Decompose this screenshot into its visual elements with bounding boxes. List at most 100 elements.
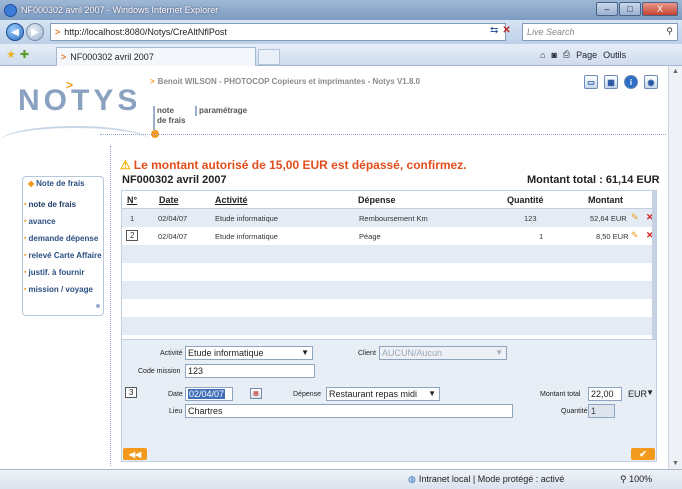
zoom-level[interactable]: ⚲ 100% <box>620 474 652 485</box>
tab-site-icon: > <box>61 52 67 62</box>
tab-bar: ★ ✚ > NF000302 avril 2007 ⌂ ◙ ⎙ Page Out… <box>0 44 682 66</box>
window-titlebar: NF000302 avril 2007 - Windows Internet E… <box>0 0 682 20</box>
scroll-up-icon[interactable]: ▲ <box>672 68 679 75</box>
total-amount: Montant total : 61,14 EUR <box>527 174 660 186</box>
col-depense: Dépense <box>358 195 396 205</box>
url-field[interactable]: > http://localhost:8080/Notys/CreAltNflP… <box>50 23 506 41</box>
url-tools: ⇆ ✕ <box>490 25 511 36</box>
lieu-input[interactable]: Chartres <box>185 404 513 418</box>
breadcrumb-text: Benoit WILSON - PHOTOCOP Copieurs et imp… <box>157 77 421 86</box>
info-icon[interactable]: i <box>624 75 638 89</box>
lieu-value: Chartres <box>188 406 223 416</box>
new-tab-button[interactable] <box>258 49 280 65</box>
page-scrollbar[interactable]: ▲ ▼ <box>668 66 682 469</box>
sidebar-menu: ▪ note de frais ▪ avance ▪ demande dépense … <box>24 196 102 298</box>
scroll-down-icon[interactable]: ▼ <box>672 460 679 467</box>
maximize-button[interactable]: □ <box>619 2 641 16</box>
quantite-input: 1 <box>588 404 615 418</box>
close-button[interactable]: X <box>642 2 678 16</box>
sidebar-item-label: demande dépense <box>28 234 99 243</box>
row-activite: Etude informatique <box>215 214 278 223</box>
col-montant: Montant <box>588 195 623 205</box>
col-num[interactable]: N° <box>127 195 137 205</box>
sidebar-item-demande-depense[interactable]: ▪ demande dépense <box>24 230 102 247</box>
app-logo: NOTYS <box>18 84 142 117</box>
col-date[interactable]: Date <box>159 195 179 205</box>
table-row[interactable]: 1 02/04/07 Etude informatique Remboursem… <box>122 209 656 227</box>
expense-form: Activité Etude informatique ▼ Client AUC… <box>121 340 657 462</box>
edit-icon[interactable]: ✎ <box>631 230 639 241</box>
bullet-icon: ▪ <box>24 218 27 225</box>
quantite-label: Quantité <box>561 408 588 415</box>
row-montant: 52,64 EUR <box>590 214 627 223</box>
client-value: AUCUN/Aucun <box>382 348 443 358</box>
calendar-icon[interactable]: ▦ <box>250 388 262 399</box>
search-placeholder: Live Search <box>527 27 575 37</box>
print-icon[interactable]: ⎙ <box>563 49 570 60</box>
forward-button[interactable]: ▶ <box>26 23 44 41</box>
bullet-icon: ▪ <box>24 201 27 208</box>
calculator-icon[interactable]: ▦ <box>604 75 618 89</box>
search-input[interactable]: Live Search ⚲ <box>522 23 678 41</box>
sidebar-item-justif[interactable]: ▪ justif. à fournir <box>24 264 102 281</box>
browser-tab[interactable]: > NF000302 avril 2007 <box>56 47 256 66</box>
globe-icon: ◍ <box>408 474 416 484</box>
expense-table: N° Date Activité Dépense Quantité Montan… <box>121 190 657 340</box>
activite-label: Activité <box>160 350 183 357</box>
search-icon[interactable]: ⚲ <box>666 26 673 37</box>
lieu-label: Lieu <box>169 408 183 415</box>
previous-button[interactable]: ◀◀ <box>123 448 147 460</box>
col-activite[interactable]: Activité <box>215 195 248 205</box>
tools-menu[interactable]: Outils <box>603 50 626 60</box>
favorites-star-icon[interactable]: ★ <box>6 48 16 61</box>
montant-total-value: 22,00 <box>591 389 614 399</box>
feeds-icon[interactable]: ◙ <box>551 50 556 60</box>
table-row[interactable]: 2 02/04/07 Etude informatique Péage 1 8,… <box>122 227 656 245</box>
header-icons: ▭ ▦ i ◉ <box>584 75 658 89</box>
edit-icon[interactable]: ✎ <box>631 212 639 223</box>
zoom-text: 100% <box>629 474 653 484</box>
back-button[interactable]: ◀ <box>6 23 24 41</box>
minimize-button[interactable]: – <box>596 2 618 16</box>
row-num: 2 <box>126 230 139 241</box>
tab-label: NF000302 avril 2007 <box>70 52 154 62</box>
montant-total-input[interactable]: 22,00 <box>588 387 622 401</box>
add-favorites-icon[interactable]: ✚ <box>20 48 29 61</box>
currency-value: EUR <box>628 389 648 399</box>
table-scrollbar[interactable] <box>652 191 656 339</box>
currency-select[interactable]: EUR ▼ <box>626 387 657 401</box>
sidebar-item-avance[interactable]: ▪ avance <box>24 213 102 230</box>
sidebar-item-label: mission / voyage <box>28 285 93 294</box>
window-title: NF000302 avril 2007 - Windows Internet E… <box>21 5 219 15</box>
date-label: Date <box>168 391 183 398</box>
chevron-down-icon: ▼ <box>646 388 654 397</box>
sidebar-item-note-de-frais[interactable]: ▪ note de frais <box>24 196 102 213</box>
stop-icon[interactable]: ✕ <box>502 25 510 36</box>
code-mission-value: 123 <box>188 366 204 376</box>
confirm-button[interactable]: ✔ <box>631 448 655 460</box>
col-quantite: Quantité <box>507 195 544 205</box>
code-mission-input[interactable]: 123 <box>185 364 315 378</box>
activite-select[interactable]: Etude informatique ▼ <box>185 346 313 360</box>
table-row-empty <box>122 281 656 299</box>
tab-note-line1: note <box>157 106 174 115</box>
logout-icon[interactable]: ◉ <box>644 75 658 89</box>
tab-note-de-frais[interactable]: note de frais <box>153 106 185 130</box>
header-divider <box>100 134 666 135</box>
refresh-icon[interactable]: ⇆ <box>490 25 498 36</box>
address-bar: ◀ ▶ > http://localhost:8080/Notys/CreAlt… <box>0 20 682 44</box>
depense-select[interactable]: Restaurant repas midi ▼ <box>326 387 440 401</box>
sidebar-item-label: note de frais <box>28 200 77 209</box>
page-menu[interactable]: Page <box>576 50 597 60</box>
home-icon[interactable]: ⌂ <box>540 50 545 60</box>
sidebar-item-releve-carte[interactable]: ▪ relevé Carte Affaire <box>24 247 102 264</box>
date-input[interactable]: 02/04/07 <box>185 387 233 401</box>
sidebar-item-mission[interactable]: ▪ mission / voyage <box>24 281 102 298</box>
bullet-icon: ▪ <box>24 252 27 259</box>
client-label: Client <box>358 350 376 357</box>
sidebar-item-label: relevé Carte Affaire <box>28 251 102 260</box>
row-num: 1 <box>130 214 135 223</box>
chevron-down-icon: ▼ <box>428 389 436 398</box>
tab-parametrage[interactable]: paramétrage <box>195 106 247 116</box>
window-icon[interactable]: ▭ <box>584 75 598 89</box>
